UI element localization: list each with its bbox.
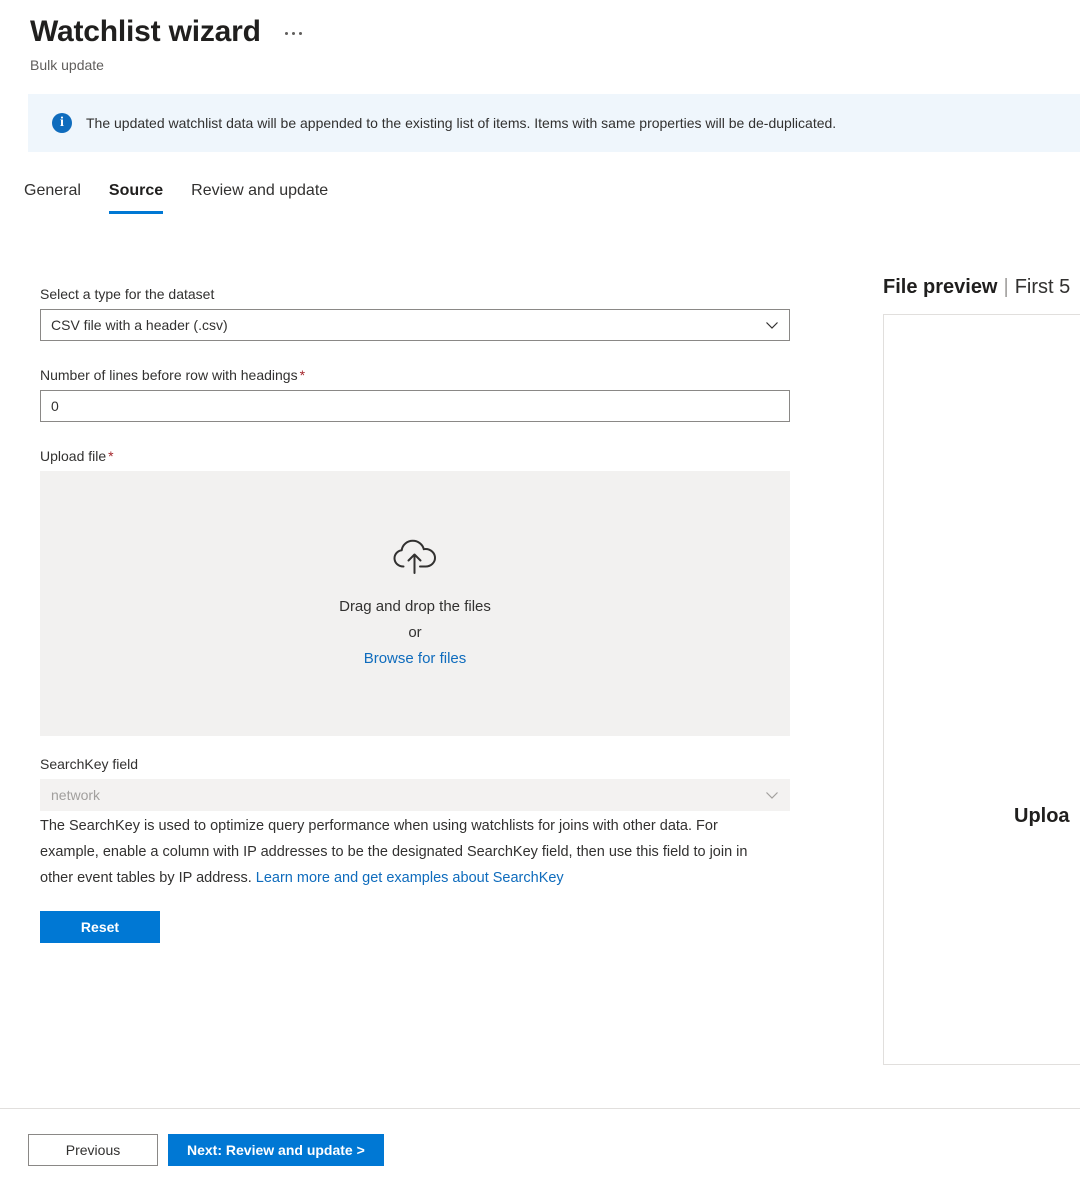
dropzone-drag-text: Drag and drop the files: [339, 594, 491, 620]
previous-button[interactable]: Previous: [28, 1134, 158, 1166]
searchkey-field-placeholder: network: [51, 787, 100, 803]
file-preview-title: File preview: [883, 276, 998, 298]
dataset-type-label: Select a type for the dataset: [40, 284, 790, 304]
searchkey-field-label: SearchKey field: [40, 754, 790, 774]
file-dropzone[interactable]: Drag and drop the files or Browse for fi…: [40, 471, 790, 736]
dataset-type-value: CSV file with a header (.csv): [51, 317, 228, 333]
upload-file-label-text: Upload file: [40, 448, 106, 464]
file-preview-separator: |: [1004, 276, 1009, 298]
cloud-upload-icon: [391, 536, 439, 580]
wizard-footer: Previous Next: Review and update >: [0, 1108, 1080, 1191]
title-row: Watchlist wizard: [30, 14, 1080, 50]
file-preview-body: Uploa: [883, 314, 1080, 1065]
wizard-tabs: General Source Review and update: [0, 174, 1080, 214]
required-asterisk: *: [108, 448, 113, 464]
browse-for-files-link[interactable]: Browse for files: [364, 646, 467, 672]
required-asterisk: *: [300, 367, 305, 383]
file-preview-panel: File preview | First 5 Uploa: [883, 274, 1080, 1065]
searchkey-help-text: The SearchKey is used to optimize query …: [40, 813, 780, 891]
lines-before-headings-input[interactable]: 0: [40, 390, 790, 422]
source-form: Select a type for the dataset CSV file w…: [40, 284, 790, 943]
ellipsis-dot: [292, 32, 295, 35]
searchkey-learn-more-link[interactable]: Learn more and get examples about Search…: [256, 870, 564, 886]
lines-before-headings-value: 0: [51, 398, 59, 414]
more-options-icon[interactable]: [283, 28, 304, 39]
info-banner-text: The updated watchlist data will be appen…: [86, 113, 836, 133]
file-preview-subtitle: First 5: [1015, 276, 1071, 298]
dropzone-or-text: or: [408, 620, 421, 646]
page-title: Watchlist wizard: [30, 14, 261, 50]
page-header: Watchlist wizard Bulk update: [0, 0, 1080, 74]
info-circle-icon: i: [52, 113, 72, 133]
tab-review-and-update[interactable]: Review and update: [177, 174, 342, 214]
watchlist-wizard-page: Watchlist wizard Bulk update i The updat…: [0, 0, 1080, 1191]
next-review-and-update-button[interactable]: Next: Review and update >: [168, 1134, 384, 1166]
file-preview-header: File preview | First 5: [883, 274, 1080, 300]
searchkey-field-select[interactable]: network: [40, 779, 790, 811]
tab-general[interactable]: General: [10, 174, 95, 214]
chevron-down-icon: [765, 318, 779, 332]
lines-before-headings-label-text: Number of lines before row with headings: [40, 367, 298, 383]
upload-file-label: Upload file*: [40, 446, 790, 466]
dataset-type-select[interactable]: CSV file with a header (.csv): [40, 309, 790, 341]
tab-source[interactable]: Source: [95, 174, 177, 214]
reset-button[interactable]: Reset: [40, 911, 160, 943]
ellipsis-dot: [285, 32, 288, 35]
lines-before-headings-label: Number of lines before row with headings…: [40, 365, 790, 385]
info-banner: i The updated watchlist data will be app…: [28, 94, 1080, 152]
ellipsis-dot: [299, 32, 302, 35]
chevron-down-icon: [765, 788, 779, 802]
file-preview-empty-message: Uploa: [1014, 805, 1070, 828]
page-subtitle: Bulk update: [30, 56, 1080, 74]
